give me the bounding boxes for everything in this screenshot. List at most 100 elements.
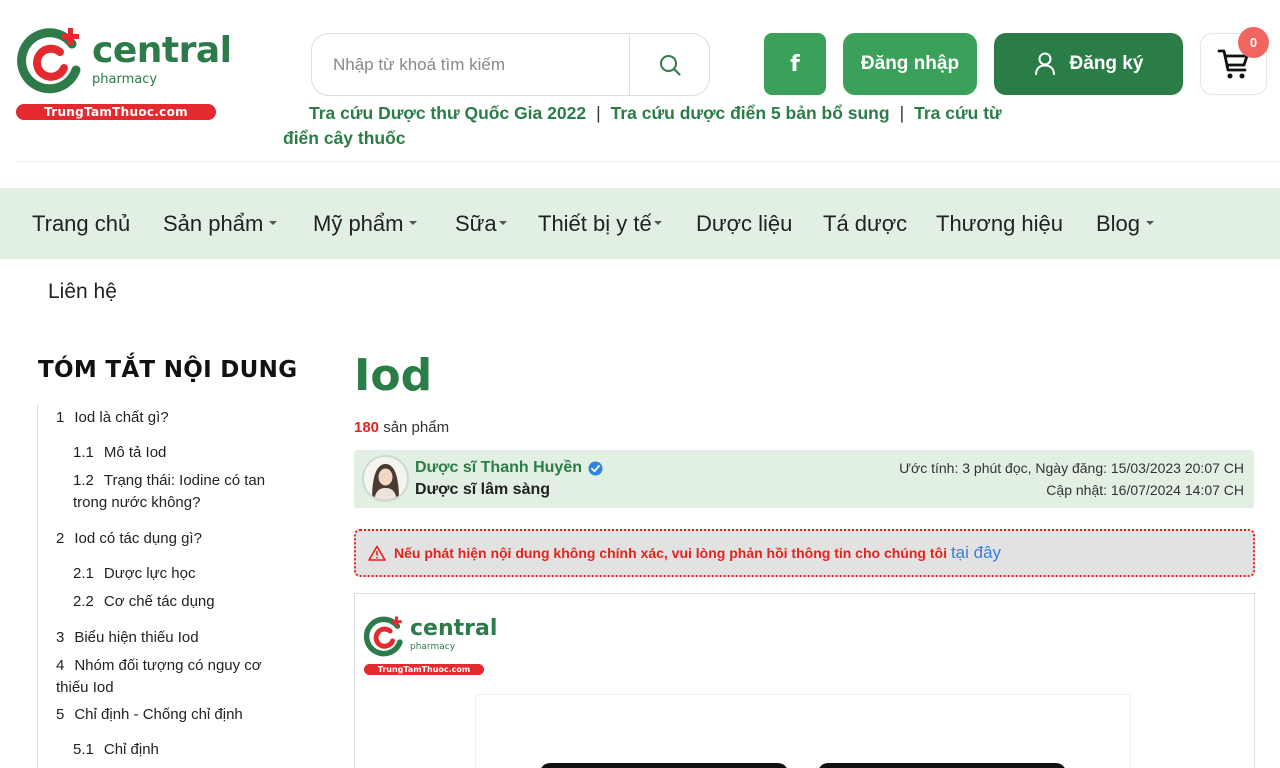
login-label: Đăng nhập (860, 53, 960, 74)
toc-item[interactable]: 1.2 Trạng thái: Iodine có tan trong nước … (73, 470, 298, 514)
nav-item-medical-devices[interactable]: Thiết bị y tế (538, 188, 662, 259)
toc-number: 2 (56, 530, 65, 547)
author-name-text: Dược sĩ Thanh Huyền (415, 459, 582, 476)
toc-item[interactable]: 5 Chỉ định - Chống chỉ định (56, 704, 243, 726)
user-icon (1034, 52, 1055, 76)
nav-label: Sản phẩm (163, 211, 264, 236)
nav-label: Dược liệu (696, 211, 793, 236)
toc-number: 1.2 (73, 472, 94, 489)
logo-domain: TrungTamThuoc.com (364, 664, 484, 675)
site-logo[interactable]: central pharmacy TrungTamThuoc.com (14, 22, 232, 122)
chevron-down-icon (269, 221, 278, 226)
toc-number: 1.1 (73, 444, 94, 461)
nav-item-milk[interactable]: Sữa (455, 188, 507, 259)
toc-label: Dược lực học (103, 565, 196, 582)
toc-number: 4 (56, 657, 65, 674)
alert-text: Nếu phát hiện nội dung không chính xác, … (394, 545, 947, 561)
logo-mark-icon (363, 616, 403, 657)
toc-label: Mô tả Iod (103, 444, 167, 461)
nav-item-products[interactable]: Sản phẩm (163, 188, 278, 259)
article-updated: Cập nhật: 16/07/2024 14:07 CH (1046, 482, 1244, 498)
register-label: Đăng ký (1069, 53, 1144, 74)
search-box (311, 33, 710, 96)
image-object (818, 763, 1066, 768)
separator: | (596, 103, 601, 123)
product-count: 180 sản phẩm (354, 419, 449, 436)
nav-label: Thiết bị y tế (538, 211, 652, 236)
toc-number: 5 (56, 706, 65, 723)
toc-item[interactable]: 2.1 Dược lực học (73, 563, 195, 585)
verified-icon (588, 461, 603, 475)
logo-domain: TrungTamThuoc.com (16, 104, 216, 120)
chevron-down-icon (409, 221, 418, 226)
toc-item[interactable]: 1 Iod là chất gì? (56, 407, 169, 429)
search-input[interactable] (312, 34, 629, 95)
toc-item[interactable]: 2 Iod có tác dụng gì? (56, 528, 202, 550)
login-button[interactable]: Đăng nhập (843, 33, 977, 95)
image-object (540, 763, 788, 768)
toc-item[interactable]: 2.2 Cơ chế tác dụng (73, 591, 215, 613)
toc-number: 3 (56, 629, 65, 646)
toc-number: 5.1 (73, 741, 94, 758)
facebook-button[interactable]: f (764, 33, 826, 95)
toc-number: 2.2 (73, 593, 94, 610)
quick-link-duoc-dien[interactable]: Tra cứu dược điển 5 bản bổ sung (611, 103, 890, 123)
nav-item-home[interactable]: Trang chủ (32, 188, 130, 259)
toc-label: Chỉ định - Chống chỉ định (74, 706, 243, 723)
toc-label: Iod là chất gì? (74, 409, 169, 426)
toc-label: Iod có tác dụng gì? (74, 530, 202, 547)
nav-label: Tá dược (823, 211, 908, 236)
logo-wordmark: central (410, 616, 498, 641)
nav-item-contact[interactable]: Liên hệ (48, 280, 117, 304)
search-icon (660, 54, 681, 75)
nav-item-herbal[interactable]: Dược liệu (696, 188, 792, 259)
article-image: central pharmacy TrungTamThuoc.com (354, 593, 1255, 768)
toc-label: Nhóm đối tượng có nguy cơ thiếu Iod (56, 657, 262, 696)
chevron-down-icon (653, 221, 662, 226)
feedback-link[interactable]: tại đây (951, 543, 1001, 563)
page-title: Iod (354, 350, 433, 401)
nav-item-blog[interactable]: Blog (1096, 188, 1155, 259)
register-button[interactable]: Đăng ký (994, 33, 1183, 95)
avatar[interactable] (362, 455, 409, 502)
nav-label: Thương hiệu (936, 211, 1064, 236)
product-count-suffix: sản phẩm (383, 419, 450, 436)
toc-item[interactable]: 1.1 Mô tả Iod (73, 442, 166, 464)
chevron-down-icon (498, 221, 507, 226)
toc-label: Trạng thái: Iodine có tan trong nước khô… (73, 472, 266, 511)
main-nav: Trang chủ Sản phẩm Mỹ phẩm Sữa Thiết bị … (0, 188, 1280, 259)
logo-mark-icon (17, 28, 81, 94)
chevron-down-icon (1146, 221, 1155, 226)
toc-title: TÓM TẮT NỘI DUNG (38, 357, 298, 383)
author-name[interactable]: Dược sĩ Thanh Huyền (415, 459, 603, 477)
author-role: Dược sĩ lâm sàng (415, 481, 551, 498)
image-logo: central pharmacy TrungTamThuoc.com (362, 616, 497, 676)
article-meta: Ước tính: 3 phút đọc, Ngày đăng: 15/03/2… (899, 457, 1244, 501)
logo-wordmark: central (92, 30, 232, 71)
article-published: Ước tính: 3 phút đọc, Ngày đăng: 15/03/2… (899, 460, 1244, 476)
product-count-number: 180 (354, 419, 380, 436)
search-button[interactable] (629, 34, 710, 95)
quick-links: Tra cứu Dược thư Quốc Gia 2022 | Tra cứu d… (283, 101, 1013, 151)
toc-item[interactable]: 4 Nhóm đối tượng có nguy cơ thiếu Iod (56, 655, 286, 699)
toc-item[interactable]: 5.1 Chỉ định (73, 739, 159, 761)
nav-item-cosmetics[interactable]: Mỹ phẩm (313, 188, 418, 259)
toc-number: 1 (56, 409, 65, 426)
quick-link-duoc-thu[interactable]: Tra cứu Dược thư Quốc Gia 2022 (309, 103, 586, 123)
avatar-image (364, 457, 407, 500)
nav-label: Blog (1096, 211, 1141, 236)
nav-label: Mỹ phẩm (313, 211, 404, 236)
toc-label: Chỉ định (103, 741, 159, 758)
logo-subtitle: pharmacy (92, 72, 158, 87)
facebook-icon: f (790, 51, 800, 77)
toc-label: Biểu hiện thiếu Iod (74, 629, 199, 646)
nav-label: Trang chủ (32, 211, 131, 236)
table-of-contents: 1 Iod là chất gì? 1.1 Mô tả Iod 1.2 Trạng t… (37, 404, 299, 768)
logo-subtitle: pharmacy (410, 642, 456, 652)
toc-item[interactable]: 3 Biểu hiện thiếu Iod (56, 627, 199, 649)
toc-number: 2.1 (73, 565, 94, 582)
image-content (475, 694, 1131, 768)
nav-item-brands[interactable]: Thương hiệu (936, 188, 1063, 259)
header-divider (16, 161, 1280, 162)
nav-item-excipients[interactable]: Tá dược (823, 188, 907, 259)
